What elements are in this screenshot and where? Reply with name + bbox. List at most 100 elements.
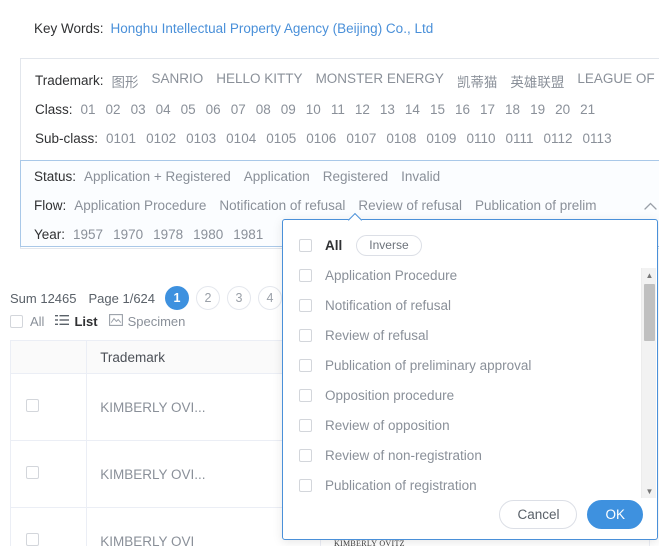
popover-option[interactable]: Notification of refusal [283,290,657,320]
filter-option[interactable]: 19 [530,102,545,117]
filter-option[interactable]: Application [244,169,310,184]
filter-option[interactable]: 0112 [544,131,573,146]
filter-option[interactable]: 英雄联盟 [510,71,564,91]
popover-option-checkbox[interactable] [299,328,312,342]
filter-option[interactable]: 1981 [233,227,263,242]
page-button[interactable]: 2 [196,286,221,310]
keywords-label: Key Words: [34,21,104,36]
filter-option[interactable]: 0103 [186,131,216,146]
popover-option[interactable]: Review of opposition [283,410,657,440]
row-checkbox-cell [9,373,88,441]
filter-option[interactable]: 05 [181,102,196,117]
filter-option[interactable]: 18 [505,102,520,117]
filter-label-year: Year: [34,227,66,242]
popover-option-checkbox[interactable] [299,448,312,462]
filter-option[interactable]: 10 [306,102,321,117]
filter-option[interactable]: 09 [281,102,296,117]
select-all-checkbox[interactable] [10,315,23,328]
page-button[interactable]: 4 [258,286,283,310]
filter-option[interactable]: 02 [106,102,121,117]
filter-option[interactable]: MONSTER ENERGY [316,71,444,91]
popover-option-checkbox[interactable] [299,478,312,492]
filter-option[interactable]: Registered [323,169,388,184]
filter-option[interactable]: Review of refusal [358,198,462,213]
popover-scrollbar[interactable]: ▲ ▼ [641,268,656,498]
popover-option-label: Application Procedure [325,267,458,283]
scroll-down-icon[interactable]: ▼ [642,484,657,498]
filter-option[interactable]: 12 [355,102,370,117]
filter-option[interactable]: 04 [156,102,171,117]
popover-option[interactable]: Review of refusal [283,320,657,350]
filter-option[interactable]: Application Procedure [74,198,206,213]
row-checkbox[interactable] [26,466,39,479]
popover-option[interactable]: Publication of registration [283,470,657,495]
filter-option[interactable]: 0113 [583,131,612,146]
filter-option[interactable]: 0106 [306,131,336,146]
filter-option[interactable]: 03 [131,102,146,117]
filter-option[interactable]: 0105 [266,131,296,146]
filter-option[interactable]: 0111 [505,131,533,146]
keywords-value[interactable]: Honghu Intellectual Property Agency (Bei… [111,21,434,36]
filter-option[interactable]: 图形 [112,71,139,91]
filter-option[interactable]: 11 [331,102,345,117]
popover-option[interactable]: Application Procedure [283,260,657,290]
filter-option[interactable]: 0102 [146,131,176,146]
popover-option[interactable]: Publication of preliminary approval [283,350,657,380]
select-all-control[interactable]: All [10,314,44,329]
filter-option[interactable]: 13 [380,102,395,117]
view-list-toggle[interactable]: List [55,314,98,329]
filter-option[interactable]: LEAGUE OF [577,71,654,91]
filter-option[interactable]: 0101 [106,131,136,146]
filter-option[interactable]: Publication of prelim [475,198,597,213]
row-checkbox[interactable] [26,533,39,546]
filter-option[interactable]: 17 [480,102,495,117]
filter-option[interactable]: 1957 [73,227,103,242]
filter-option[interactable]: 0109 [426,131,456,146]
page-button[interactable]: 1 [165,286,190,310]
filter-option[interactable]: Invalid [401,169,440,184]
filter-option[interactable]: 1980 [193,227,223,242]
popover-option-checkbox[interactable] [299,418,312,432]
popover-option-checkbox[interactable] [299,298,312,312]
filter-option[interactable]: Application + Registered [84,169,231,184]
popover-option-checkbox[interactable] [299,268,312,282]
filter-option[interactable]: 0104 [226,131,256,146]
filter-option[interactable]: 0108 [386,131,416,146]
popover-option[interactable]: Review of non-registration [283,440,657,470]
filter-option[interactable]: Notification of refusal [219,198,345,213]
popover-all-checkbox[interactable] [299,238,312,252]
filter-option[interactable]: 06 [206,102,221,117]
view-specimen-toggle[interactable]: Specimen [108,314,185,329]
popover-option[interactable]: Opposition procedure [283,380,657,410]
filter-option[interactable]: 08 [256,102,271,117]
ok-button[interactable]: OK [587,500,643,529]
scrollbar-thumb[interactable] [644,284,655,341]
filter-option[interactable]: SANRIO [152,71,204,91]
inverse-button[interactable]: Inverse [356,234,422,256]
popover-options-list: All Inverse Application Procedure Notific… [283,230,657,495]
summary-row: Sum 12465 Page 1/624 1234 [10,286,289,310]
filter-option[interactable]: 16 [455,102,470,117]
scroll-up-icon[interactable]: ▲ [642,268,657,282]
filter-option[interactable]: 0107 [346,131,376,146]
filter-option[interactable]: 21 [580,102,595,117]
popover-option-label: Publication of registration [325,477,477,493]
filter-option[interactable]: 凯蒂猫 [457,71,498,91]
filter-option[interactable]: 07 [231,102,246,117]
filter-option[interactable]: 0110 [466,131,495,146]
filter-option[interactable]: 15 [430,102,445,117]
filter-option[interactable]: HELLO KITTY [216,71,302,91]
filter-option[interactable]: 1978 [153,227,183,242]
chevron-up-icon[interactable] [641,191,659,220]
page-button[interactable]: 3 [227,286,252,310]
popover-option-checkbox[interactable] [299,358,312,372]
table-header-checkbox [9,340,88,374]
filter-option[interactable]: 1970 [113,227,143,242]
filter-option[interactable]: 14 [405,102,420,117]
popover-option-all[interactable]: All Inverse [283,230,657,260]
row-checkbox[interactable] [26,399,39,412]
cancel-button[interactable]: Cancel [499,500,578,529]
popover-option-checkbox[interactable] [299,388,312,402]
filter-option[interactable]: 01 [81,102,96,117]
filter-option[interactable]: 20 [555,102,570,117]
